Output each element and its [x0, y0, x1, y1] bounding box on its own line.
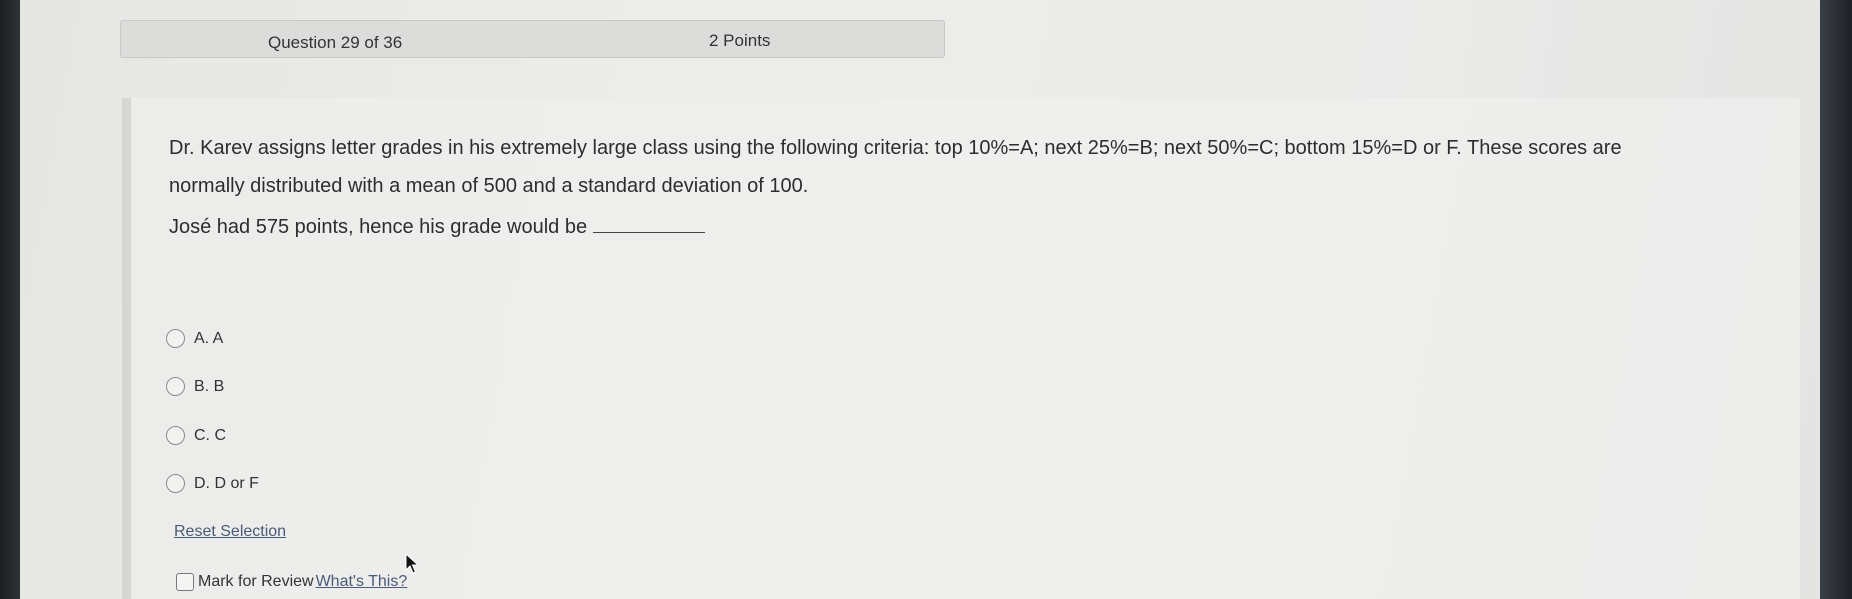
option-c-label: C. C — [194, 426, 226, 444]
radio-button-icon[interactable] — [166, 474, 185, 493]
option-a-label: A. A — [194, 329, 224, 347]
answer-blank — [593, 231, 706, 233]
question-text: Dr. Karev assigns letter grades in his e… — [169, 137, 1622, 197]
mark-for-review[interactable]: Mark for Review What's This? — [176, 573, 407, 591]
option-d-label: D. D or F — [194, 474, 259, 492]
monitor-bezel-left — [0, 0, 20, 599]
radio-button-icon[interactable] — [166, 329, 185, 348]
radio-button-icon[interactable] — [166, 377, 185, 396]
monitor-bezel-right — [1820, 0, 1852, 599]
checkbox-icon[interactable] — [176, 573, 194, 591]
option-b-label: B. B — [194, 377, 225, 395]
option-b[interactable]: B. B — [166, 377, 224, 396]
mouse-pointer-icon — [405, 553, 420, 574]
question-header-bar — [120, 20, 945, 58]
question-prompt-text: José had 575 points, hence his grade wou… — [169, 216, 588, 238]
question-prompt: José had 575 points, hence his grade wou… — [169, 216, 706, 239]
reset-selection-link[interactable]: Reset Selection — [174, 523, 286, 541]
option-d[interactable]: D. D or F — [166, 474, 259, 493]
whats-this-link[interactable]: What's This? — [316, 573, 408, 591]
radio-button-icon[interactable] — [166, 426, 185, 445]
mark-for-review-label: Mark for Review — [198, 573, 314, 590]
question-counter: Question 29 of 36 — [268, 33, 403, 52]
option-c[interactable]: C. C — [166, 426, 226, 445]
question-points: 2 Points — [709, 31, 771, 50]
option-a[interactable]: A. A — [166, 329, 223, 348]
